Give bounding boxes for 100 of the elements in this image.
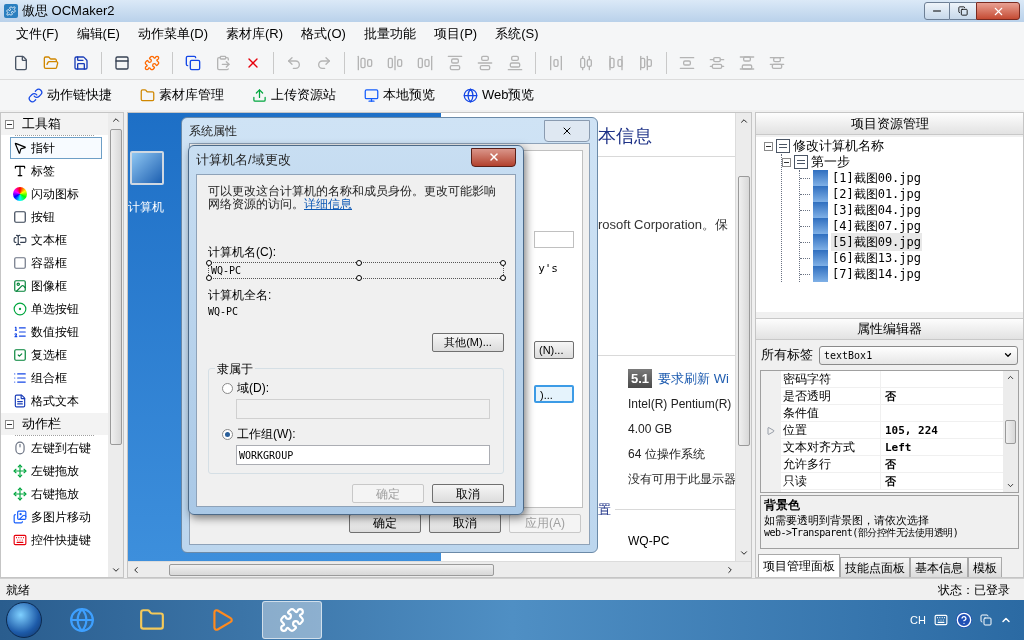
minimize-button[interactable]: [924, 2, 950, 20]
collapse-icon[interactable]: [782, 157, 791, 167]
toolbox-section-title: 动作栏: [22, 415, 61, 434]
property-value[interactable]: 105, 224: [881, 422, 938, 438]
quick-action-button[interactable]: 上传资源站: [250, 85, 338, 105]
property-name[interactable]: 密码字符: [781, 371, 881, 387]
property-name[interactable]: 条件值: [781, 405, 881, 421]
quick-action-button[interactable]: 动作链快捷: [26, 85, 114, 105]
text-field[interactable]: [534, 231, 574, 248]
property-value[interactable]: Left: [881, 439, 912, 455]
toolbox-item[interactable]: 控件快捷键: [10, 529, 102, 551]
refresh-link[interactable]: 要求刷新 Wi: [658, 368, 729, 388]
dialog-button[interactable]: )...: [534, 385, 574, 403]
panel-header: 项目资源管理: [756, 113, 1023, 135]
tree-item[interactable]: [2]截图01.jpg: [831, 185, 923, 203]
taskbar-button[interactable]: [262, 601, 322, 639]
window-title: 系统属性: [189, 122, 237, 140]
checkbox-icon: [13, 348, 27, 362]
dialog-button[interactable]: (N)...: [534, 341, 574, 359]
property-name[interactable]: 允许多行: [781, 456, 881, 472]
toolbox-item[interactable]: 组合框: [10, 367, 102, 389]
toolbox-item[interactable]: 左键到右键: [10, 437, 102, 459]
scrollbar-thumb[interactable]: [737, 176, 750, 446]
menu-item[interactable]: 素材库(R): [218, 24, 292, 44]
collapse-icon[interactable]: [764, 141, 773, 151]
expand-icon[interactable]: [767, 427, 775, 435]
scrollbar-thumb[interactable]: [169, 563, 494, 576]
drag-icon: [13, 487, 27, 501]
radio-label: 域(D):: [237, 380, 269, 397]
menu-item[interactable]: 项目(P): [425, 24, 486, 44]
collapse-icon[interactable]: [5, 119, 14, 129]
help-icon[interactable]: [956, 612, 972, 628]
details-link[interactable]: 详细信息: [304, 197, 352, 211]
toolbox-item[interactable]: 按钮: [10, 206, 102, 228]
toolbox-item[interactable]: 文本框: [10, 229, 102, 251]
computer-name-field[interactable]: WQ-PC: [208, 262, 504, 279]
more-button[interactable]: 其他(M)...: [432, 333, 504, 352]
scrollbar[interactable]: [1003, 371, 1018, 492]
property-name[interactable]: 只读: [781, 473, 881, 489]
collapse-icon[interactable]: [5, 419, 14, 429]
toolbox-item[interactable]: 容器框: [10, 252, 102, 274]
panel-tab[interactable]: 基本信息: [910, 557, 968, 577]
toolbox-item[interactable]: 图像框: [10, 275, 102, 297]
property-name[interactable]: 文本对齐方式: [781, 439, 881, 455]
menu-item[interactable]: 编辑(E): [68, 24, 128, 44]
toolbox-item[interactable]: 数值按钮: [10, 321, 102, 343]
toolbox-item[interactable]: 标签: [10, 160, 102, 182]
quick-action-button[interactable]: 素材库管理: [138, 85, 226, 105]
radio-button[interactable]: [222, 428, 233, 440]
property-name[interactable]: 是否透明: [781, 388, 881, 404]
keyboard-icon[interactable]: [934, 613, 948, 627]
toolbox-item[interactable]: 复选框: [10, 344, 102, 366]
toolbox-item[interactable]: 闪动图标: [10, 183, 102, 205]
quick-action-button[interactable]: 本地预览: [362, 85, 437, 105]
close-icon: [487, 151, 500, 163]
property-value[interactable]: 否: [881, 473, 896, 489]
toolbox-item[interactable]: 多图片移动: [10, 506, 102, 528]
windows-icon[interactable]: [980, 614, 992, 626]
dialog-button[interactable]: 取消: [432, 484, 504, 503]
toolbox-item[interactable]: 单选按钮: [10, 298, 102, 320]
menu-item[interactable]: 系统(S): [487, 24, 547, 44]
panel-tab[interactable]: 技能点面板: [840, 557, 910, 577]
object-dropdown[interactable]: textBox1: [819, 345, 1018, 365]
tree-item[interactable]: [4]截图07.jpg: [831, 217, 923, 235]
panel-tab[interactable]: 项目管理面板: [758, 554, 840, 577]
property-value[interactable]: 否: [881, 388, 896, 404]
toolbox-item[interactable]: 左键拖放: [10, 460, 102, 482]
scrollbar[interactable]: [735, 113, 751, 561]
tree-item[interactable]: [3]截图04.jpg: [831, 201, 923, 219]
desktop-icon-label: 计算机: [128, 199, 164, 216]
start-button[interactable]: [6, 602, 42, 638]
menu-item[interactable]: 格式(O): [293, 24, 354, 44]
button-icon: [13, 210, 27, 224]
toolbox-item[interactable]: 右键拖放: [10, 483, 102, 505]
dropdown-value: textBox1: [824, 348, 873, 363]
quick-action-button[interactable]: Web预览: [461, 85, 537, 105]
menu-item[interactable]: 批量功能: [355, 24, 424, 44]
close-button[interactable]: [976, 2, 1020, 20]
tree-item[interactable]: [6]截图13.jpg: [831, 249, 923, 267]
menu-item[interactable]: 动作菜单(D): [129, 24, 216, 44]
scrollbar-thumb[interactable]: [1005, 420, 1016, 444]
scrollbar[interactable]: [108, 113, 123, 577]
scrollbar[interactable]: [128, 561, 751, 577]
close-button[interactable]: [471, 147, 516, 167]
panel-tab[interactable]: 模板: [968, 557, 1002, 577]
tree-item[interactable]: [5]截图09.jpg: [831, 233, 923, 251]
maximize-button[interactable]: [950, 2, 976, 20]
scrollbar-thumb[interactable]: [109, 129, 122, 445]
language-indicator[interactable]: CH: [910, 611, 926, 629]
input-field[interactable]: WORKGROUP: [236, 445, 490, 465]
radio-button[interactable]: [222, 382, 233, 394]
menu-item[interactable]: 文件(F): [8, 24, 67, 44]
property-name[interactable]: 位置: [781, 422, 881, 438]
filter-label: 所有标签: [761, 346, 813, 365]
tree-item[interactable]: [1]截图00.jpg: [831, 169, 923, 187]
app-icon: [4, 4, 18, 18]
tree-item[interactable]: [7]截图14.jpg: [831, 265, 923, 283]
toolbox-item[interactable]: 指针: [10, 137, 102, 159]
property-value[interactable]: 否: [881, 456, 896, 472]
toolbox-item[interactable]: 格式文本: [10, 390, 102, 412]
